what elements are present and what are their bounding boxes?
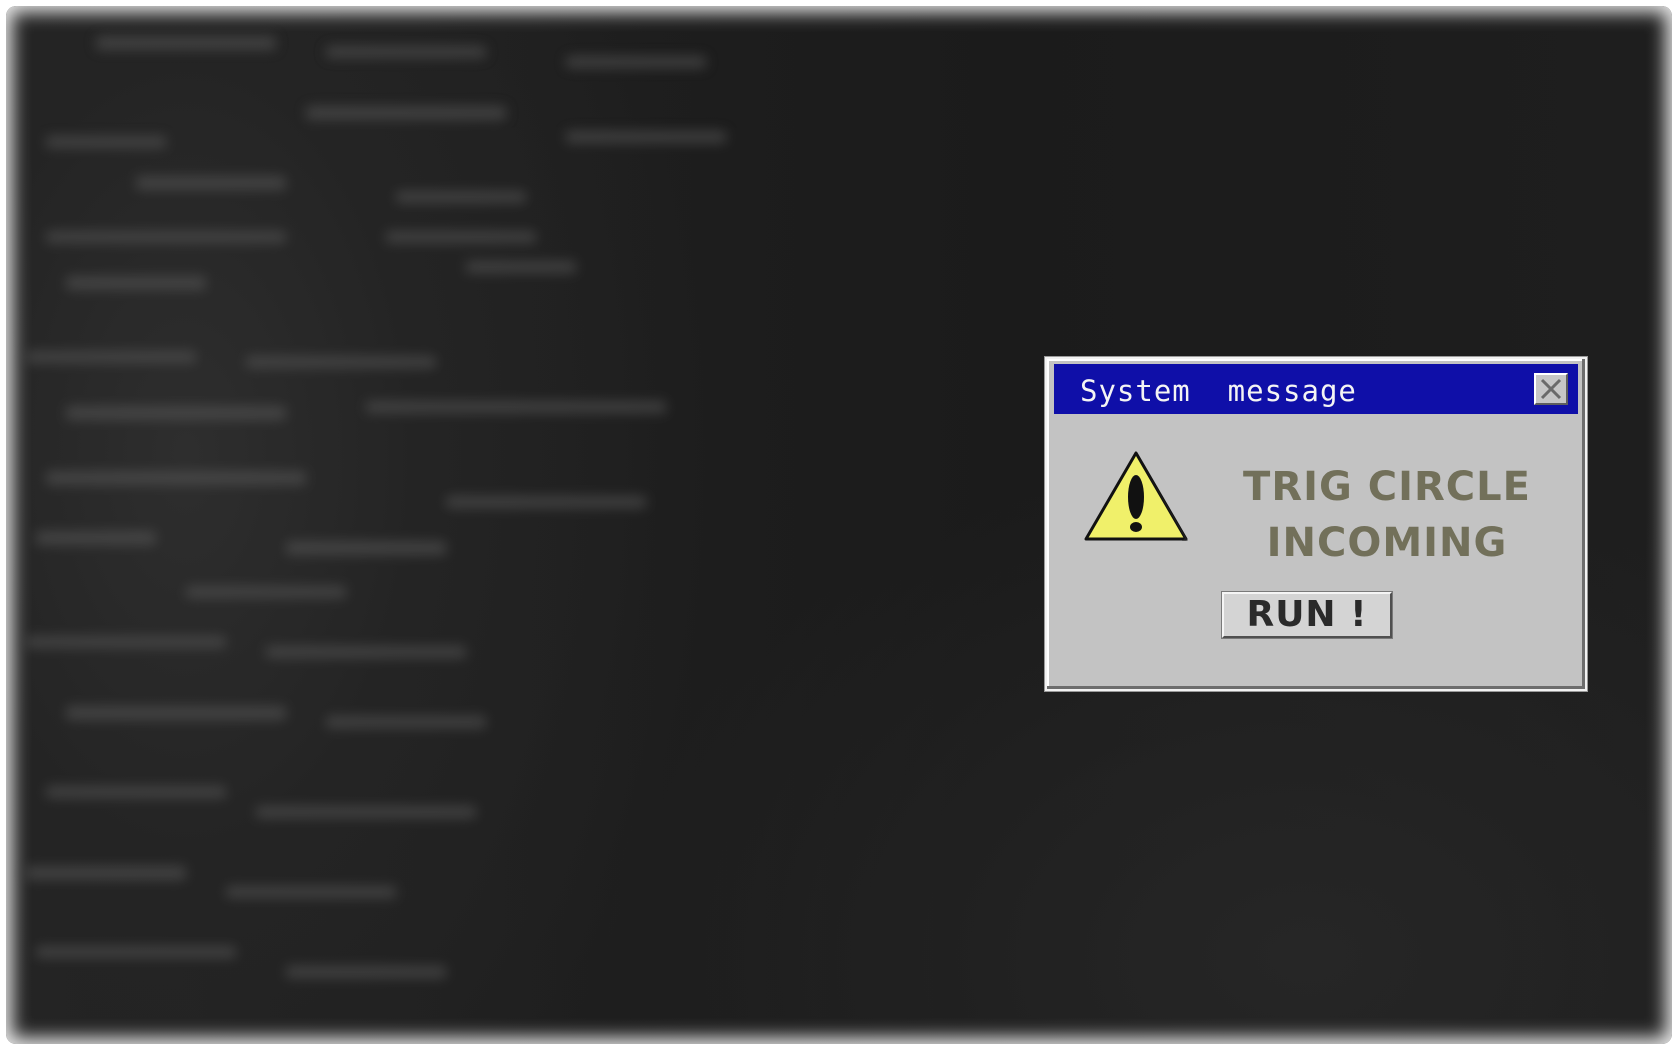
- run-button[interactable]: RUN !: [1222, 592, 1392, 638]
- message-line-2: INCOMING: [1266, 520, 1508, 566]
- dialog-message: TRIG CIRCLE INCOMING: [1237, 459, 1537, 571]
- dialog-titlebar[interactable]: System message: [1054, 364, 1578, 414]
- screen: System message TRIG CIRCLE INCOMING RUN …: [0, 0, 1680, 1050]
- system-message-dialog: System message TRIG CIRCLE INCOMING RUN …: [1045, 357, 1587, 691]
- message-line-1: TRIG CIRCLE: [1243, 464, 1531, 510]
- close-button[interactable]: [1534, 373, 1568, 405]
- warning-icon: [1084, 451, 1188, 541]
- close-icon: [1540, 378, 1562, 400]
- dialog-title: System message: [1080, 374, 1357, 408]
